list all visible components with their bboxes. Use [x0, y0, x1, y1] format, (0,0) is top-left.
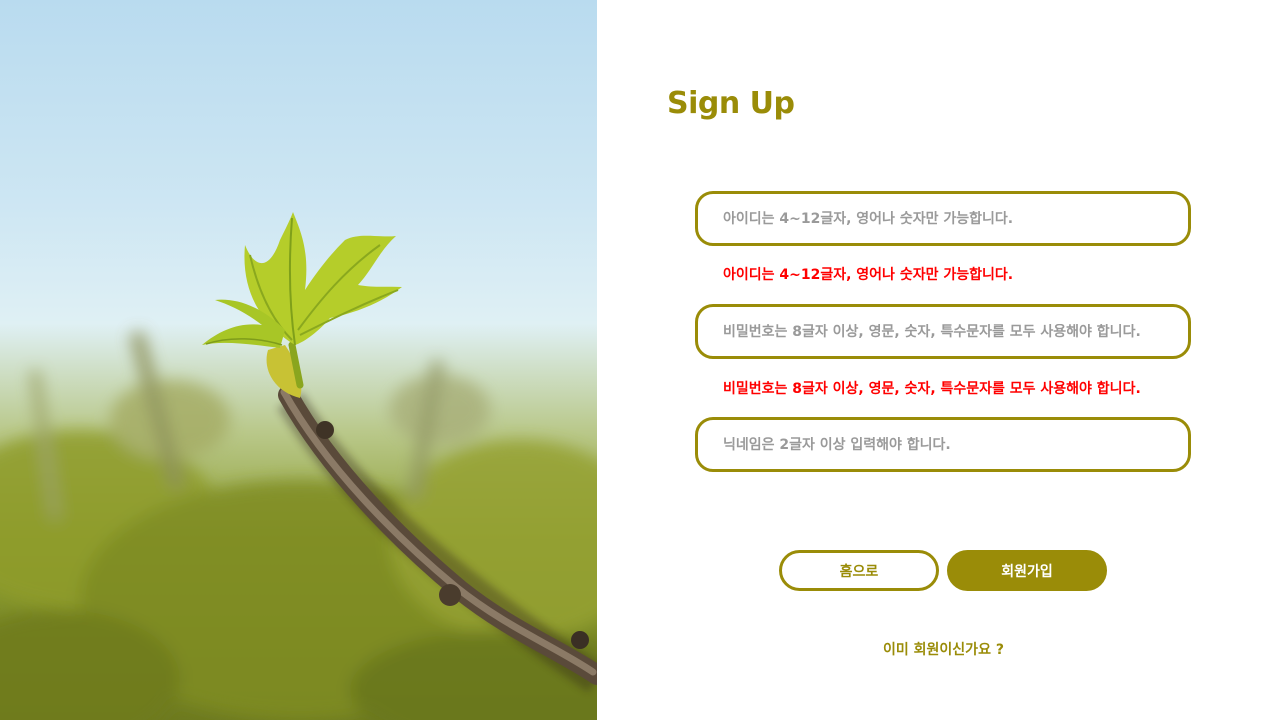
signup-panel: Sign Up 아이디는 4~12글자, 영어나 숫자만 가능합니다. 비밀번호…: [597, 0, 1280, 720]
password-field-box: [695, 304, 1191, 359]
nickname-field-box: [695, 417, 1191, 472]
signup-button[interactable]: 회원가입: [947, 550, 1107, 591]
hero-image: [0, 0, 597, 720]
id-input[interactable]: [723, 210, 1163, 227]
fig-leaf-branch-photo: [0, 212, 597, 720]
page-title: Sign Up: [667, 86, 795, 121]
id-error-message: 아이디는 4~12글자, 영어나 숫자만 가능합니다.: [723, 267, 1014, 283]
home-button[interactable]: 홈으로: [779, 550, 939, 591]
password-error-message: 비밀번호는 8글자 이상, 영문, 숫자, 특수문자를 모두 사용해야 합니다.: [723, 381, 1141, 397]
login-link[interactable]: 이미 회원이신가요 ?: [597, 639, 1280, 659]
password-input[interactable]: [723, 323, 1163, 340]
id-field-box: [695, 191, 1191, 246]
nickname-input[interactable]: [723, 436, 1163, 453]
